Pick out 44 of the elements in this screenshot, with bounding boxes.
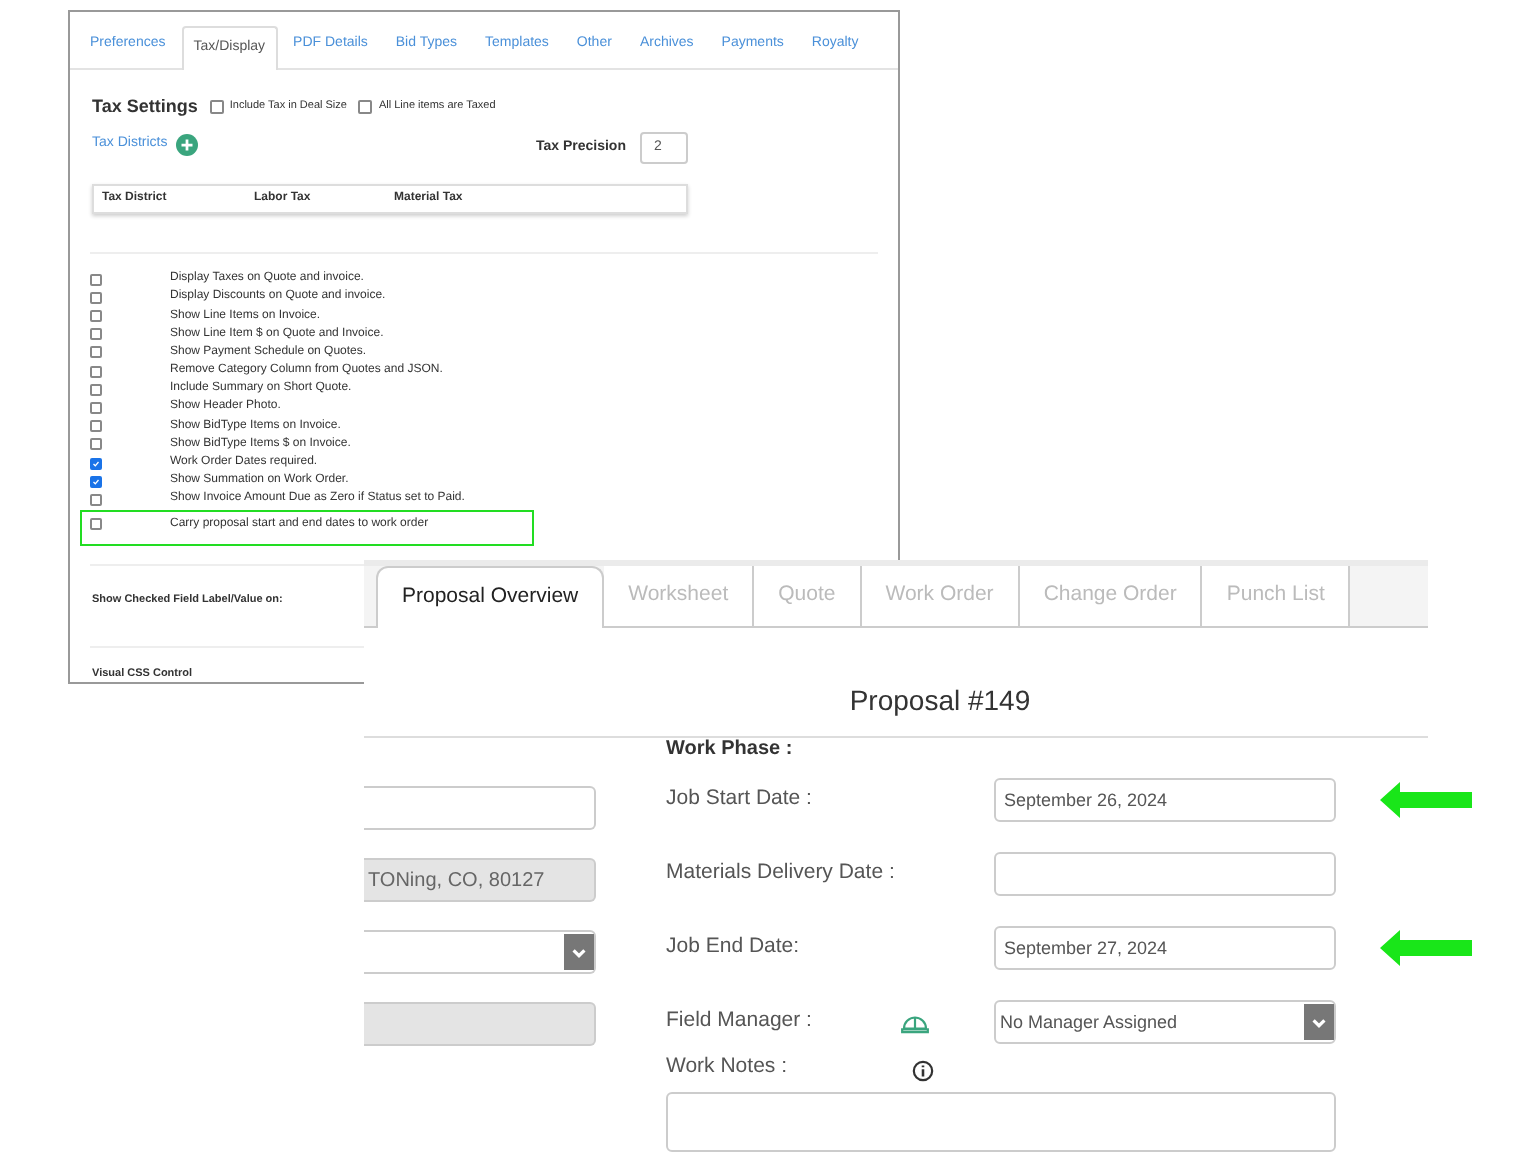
dropdown-caret-icon[interactable]	[1304, 1004, 1334, 1041]
checkbox[interactable]	[90, 365, 102, 378]
checkbox[interactable]	[90, 493, 102, 506]
checkbox[interactable]	[90, 517, 102, 529]
checkbox[interactable]	[358, 99, 373, 114]
section-heading: Tax Settings	[92, 93, 198, 120]
field-label: Materials Delivery Date :	[666, 858, 895, 889]
date-field[interactable]: September 27, 2024	[994, 926, 1336, 971]
text-field[interactable]	[364, 786, 596, 831]
proposal-tab[interactable]: Change Order	[1019, 566, 1203, 627]
add-icon[interactable]	[175, 134, 198, 156]
checkbox[interactable]	[90, 273, 102, 286]
checkbox[interactable]	[90, 291, 102, 304]
dropdown-field[interactable]	[364, 930, 596, 975]
checkbox[interactable]	[90, 328, 102, 341]
arrow-icon	[1380, 930, 1472, 967]
field-label: Job Start Date :	[666, 784, 812, 815]
checkbox[interactable]	[90, 475, 102, 488]
proposal-tab[interactable]: Worksheet	[604, 566, 755, 627]
checkbox[interactable]	[90, 346, 102, 359]
proposal-tab[interactable]: Punch List	[1202, 566, 1351, 627]
field-label: Field Manager :	[666, 1006, 812, 1037]
checkbox[interactable]	[90, 310, 102, 323]
checkbox[interactable]	[90, 438, 102, 451]
dropdown-caret-icon[interactable]	[564, 934, 594, 971]
checkbox[interactable]	[90, 457, 102, 470]
checkbox[interactable]	[209, 99, 224, 114]
proposal-tab[interactable]: Quote	[754, 566, 862, 627]
field-label: Work Notes :	[666, 1052, 789, 1083]
info-icon	[912, 1060, 934, 1083]
checkbox[interactable]	[90, 383, 102, 396]
field-label: Job End Date:	[666, 932, 800, 963]
section-heading: Work Phase :	[666, 736, 795, 765]
checkbox[interactable]	[90, 420, 102, 433]
proposal-tab[interactable]: Proposal Overview	[376, 566, 605, 629]
date-field[interactable]: September 26, 2024	[994, 778, 1336, 823]
hard-hat-icon	[899, 1011, 930, 1034]
checkbox[interactable]	[90, 401, 102, 414]
notes-field[interactable]	[666, 1092, 1336, 1152]
proposal-title: Proposal #149	[849, 682, 1031, 721]
proposal-tab[interactable]: Work Order	[861, 566, 1020, 627]
arrow-icon	[1380, 782, 1472, 819]
date-field[interactable]	[994, 852, 1336, 897]
dropdown-field[interactable]: No Manager Assigned	[994, 1000, 1336, 1045]
